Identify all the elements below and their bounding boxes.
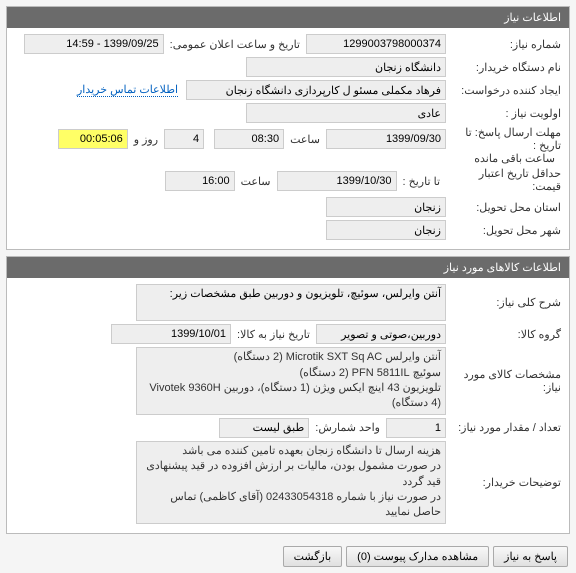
priority-label: اولویت نیاز : — [446, 107, 561, 120]
qty-label: تعداد / مقدار مورد نیاز: — [446, 421, 561, 434]
deadline-time-field — [214, 129, 284, 149]
requester-label: ایجاد کننده درخواست: — [446, 84, 561, 97]
notes-field: هزینه ارسال تا دانشگاه زنجان بعهده تامین… — [136, 441, 446, 524]
requester-field — [186, 80, 446, 100]
credit-date-field — [277, 171, 397, 191]
days-label: روز و — [128, 133, 164, 146]
back-button[interactable]: بازگشت — [283, 546, 343, 567]
group-label: گروه کالا: — [446, 328, 561, 341]
time-label-1: ساعت — [284, 133, 326, 146]
qty-field — [386, 418, 446, 438]
desc-label: شرح کلی نیاز: — [446, 296, 561, 309]
announce-label: تاریخ و ساعت اعلان عمومی: — [164, 38, 306, 51]
deadline-label: مهلت ارسال پاسخ: تا تاریخ : — [446, 126, 561, 152]
min-credit-label: حداقل تاریخ اعتبار قیمت: — [446, 168, 561, 194]
deadline-date-field — [326, 129, 446, 149]
group-field — [316, 324, 446, 344]
need-number-field — [306, 34, 446, 54]
action-bar: پاسخ به نیاز مشاهده مدارک پیوست (0) بازگ… — [0, 540, 576, 573]
need-info-title: اطلاعات نیاز — [7, 7, 569, 28]
goods-info-panel: اطلاعات کالاهای مورد نیاز شرح کلی نیاز: … — [6, 256, 570, 533]
need-info-panel: اطلاعات نیاز شماره نیاز: تاریخ و ساعت اع… — [6, 6, 570, 250]
city-label: شهر محل تحویل: — [446, 224, 561, 237]
spec-field: آنتن وایرلس Microtik SXT Sq AC (2 دستگاه… — [136, 347, 446, 415]
need-number-label: شماره نیاز: — [446, 38, 561, 51]
credit-time-field — [165, 171, 235, 191]
desc-field — [136, 284, 446, 321]
need-date-field — [111, 324, 231, 344]
buyer-org-label: نام دستگاه خریدار: — [446, 61, 561, 74]
priority-field — [246, 103, 446, 123]
countdown-field — [58, 129, 128, 149]
province-label: استان محل تحویل: — [446, 201, 561, 214]
notes-label: توضیحات خریدار: — [446, 476, 561, 489]
province-field — [326, 197, 446, 217]
unit-field — [219, 418, 309, 438]
view-docs-button[interactable]: مشاهده مدارک پیوست (0) — [346, 546, 489, 567]
spec-label: مشخصات کالای مورد نیاز: — [446, 368, 561, 394]
respond-button[interactable]: پاسخ به نیاز — [493, 546, 568, 567]
remaining-label: ساعت باقی مانده — [468, 152, 561, 165]
city-field — [326, 220, 446, 240]
contact-link[interactable]: اطلاعات تماس خریدار — [77, 83, 178, 97]
days-field — [164, 129, 204, 149]
announce-field — [24, 34, 164, 54]
buyer-org-field — [246, 57, 446, 77]
credit-until-label: تا تاریخ : — [397, 175, 446, 188]
need-date-label: تاریخ نیاز به کالا: — [231, 328, 316, 341]
time-label-2: ساعت — [235, 175, 277, 188]
goods-info-title: اطلاعات کالاهای مورد نیاز — [7, 257, 569, 278]
unit-label: واحد شمارش: — [309, 421, 386, 434]
